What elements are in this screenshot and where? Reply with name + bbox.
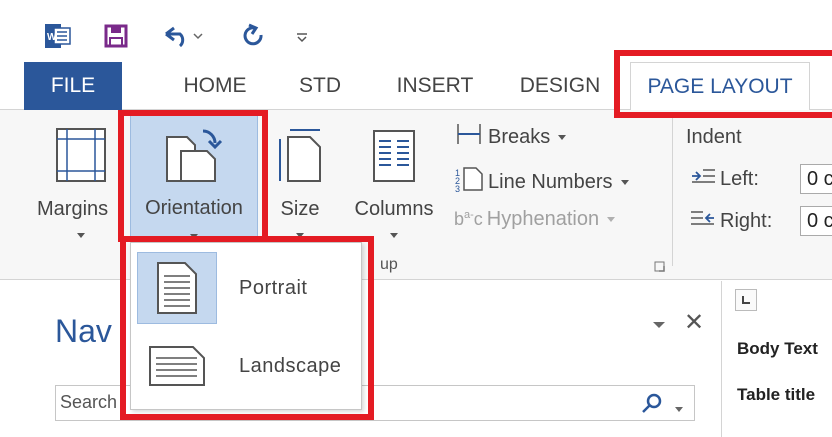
style-body-text[interactable]: Body Text <box>737 339 818 359</box>
dialog-launcher-icon[interactable] <box>654 260 666 278</box>
customize-icon[interactable] <box>292 22 312 50</box>
undo-icon[interactable] <box>158 22 208 50</box>
svg-text:W: W <box>47 32 57 43</box>
size-button[interactable]: Size <box>270 120 330 238</box>
tab-file[interactable]: FILE <box>24 62 122 110</box>
tab-home[interactable]: HOME <box>165 62 265 110</box>
chevron-down-icon <box>77 233 85 238</box>
ribbon-tabs: FILE HOME STD INSERT DESIGN PAGE LAYOUT <box>0 62 832 111</box>
group-divider <box>672 116 673 266</box>
size-icon <box>276 120 324 190</box>
landscape-icon <box>137 330 217 402</box>
columns-label: Columns <box>354 198 434 220</box>
menu-item-landscape[interactable]: Landscape <box>137 329 353 403</box>
nav-pane-title: Nav <box>55 313 112 349</box>
chevron-down-icon <box>620 179 629 185</box>
indent-left-row: Left: <box>690 166 759 192</box>
line-numbers-icon: 1 2 3 <box>454 166 484 198</box>
portrait-label: Portrait <box>239 276 308 299</box>
svg-text:3: 3 <box>455 184 460 192</box>
save-icon[interactable] <box>100 22 132 50</box>
indent-right-icon <box>690 208 716 234</box>
hyphenation-icon: ba-c <box>454 209 483 229</box>
close-icon[interactable]: ✕ <box>684 311 704 335</box>
landscape-label: Landscape <box>239 354 342 377</box>
line-numbers-button[interactable]: 1 2 3 Line Numbers <box>454 166 629 198</box>
line-numbers-label: Line Numbers <box>488 170 613 193</box>
indent-title: Indent <box>686 126 742 148</box>
menu-item-portrait[interactable]: Portrait <box>137 251 353 325</box>
orientation-label: Orientation <box>145 197 243 219</box>
styles-pane: Body Text Table title <box>723 281 832 437</box>
columns-button[interactable]: Columns <box>344 120 444 238</box>
portrait-icon <box>137 252 217 324</box>
group-label: up <box>380 256 398 273</box>
quick-access-toolbar: W <box>0 0 832 62</box>
tab-stop-icon[interactable] <box>735 289 757 311</box>
ribbon: Margins Orientation Size Columns Breaks … <box>0 110 832 280</box>
indent-left-icon <box>690 166 716 192</box>
chevron-down-icon <box>190 234 198 239</box>
breaks-button[interactable]: Breaks <box>454 122 567 152</box>
tab-insert[interactable]: INSERT <box>385 62 485 110</box>
orientation-menu: Portrait Landscape <box>130 242 362 410</box>
search-placeholder: Search <box>60 392 118 412</box>
chevron-down-icon <box>390 233 398 238</box>
indent-right-input[interactable]: 0 c <box>800 206 832 236</box>
hyphenation-button[interactable]: ba-c Hyphenation <box>454 208 616 231</box>
indent-right-label: Right: <box>720 209 773 232</box>
chevron-down-icon <box>296 233 304 238</box>
style-table-title[interactable]: Table title <box>737 385 815 405</box>
tab-page-layout[interactable]: PAGE LAYOUT <box>630 62 810 111</box>
indent-right-row: Right: <box>690 208 772 234</box>
nav-options-icon[interactable] <box>652 317 666 335</box>
redo-icon[interactable] <box>238 22 270 50</box>
orientation-button[interactable]: Orientation <box>130 114 258 242</box>
tab-design[interactable]: DESIGN <box>510 62 610 110</box>
tab-std[interactable]: STD <box>290 62 350 110</box>
breaks-icon <box>454 122 484 152</box>
word-icon: W <box>42 22 74 50</box>
breaks-label: Breaks <box>488 125 551 148</box>
indent-left-label: Left: <box>720 167 759 190</box>
orientation-icon <box>163 117 225 193</box>
chevron-down-icon[interactable] <box>674 401 684 419</box>
size-label: Size <box>280 198 320 220</box>
indent-left-input[interactable]: 0 c <box>800 164 832 194</box>
margins-label: Margins <box>37 198 109 220</box>
chevron-down-icon <box>607 217 616 222</box>
search-icon[interactable] <box>640 391 664 420</box>
chevron-down-icon <box>558 134 567 140</box>
columns-icon <box>370 120 418 190</box>
hyphenation-label: Hyphenation <box>486 208 600 230</box>
margins-icon <box>55 120 107 190</box>
margins-button[interactable]: Margins <box>36 120 126 238</box>
